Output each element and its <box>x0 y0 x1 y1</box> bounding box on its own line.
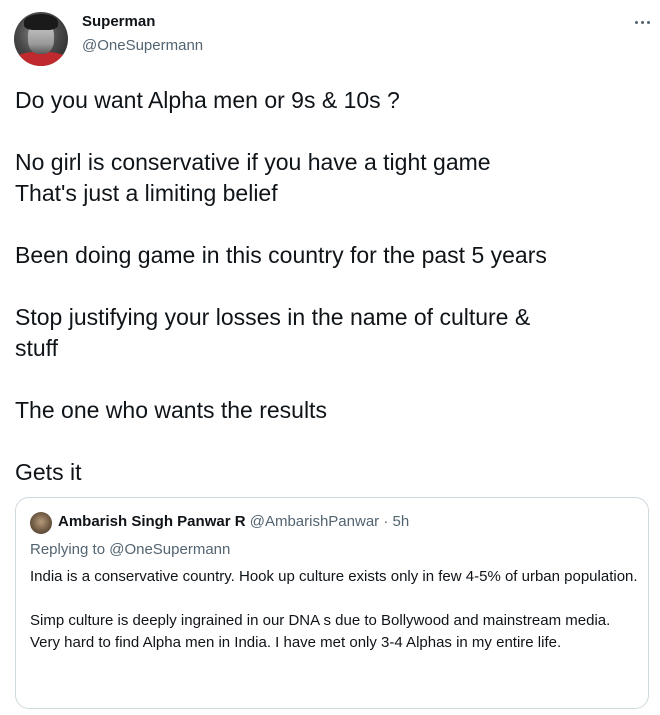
avatar-hair <box>24 14 58 30</box>
quoted-author-avatar <box>30 512 52 534</box>
tweet-paragraph: Been doing game in this country for the … <box>15 242 547 268</box>
author-avatar[interactable] <box>14 12 68 66</box>
more-horizontal-icon <box>634 20 638 24</box>
tweet-paragraph: No girl is conservative if you have a ti… <box>15 149 491 206</box>
quoted-author-name: Ambarish Singh Panwar R <box>58 513 246 530</box>
avatar-shoulders <box>14 52 68 66</box>
replying-to-mention: @OneSupermann <box>109 541 231 558</box>
header-separator: · <box>383 513 389 530</box>
quoted-tweet-card[interactable]: Ambarish Singh Panwar R @AmbarishPanwar … <box>15 497 649 709</box>
replying-to-line: Replying to @OneSupermann <box>30 541 230 558</box>
quoted-tweet-header: Ambarish Singh Panwar R @AmbarishPanwar … <box>58 513 409 530</box>
tweet-paragraph: Gets it <box>15 459 82 485</box>
author-name[interactable]: Superman <box>82 13 155 30</box>
tweet-paragraph: Stop justifying your losses in the name … <box>15 304 531 361</box>
author-handle[interactable]: @OneSupermann <box>82 37 203 54</box>
quoted-tweet-timestamp: 5h <box>392 513 410 530</box>
quoted-author-handle: @AmbarishPanwar <box>249 513 380 530</box>
tweet-text: Do you want Alpha men or 9s & 10s ? No g… <box>15 85 645 519</box>
tweet-paragraph: The one who wants the results <box>15 397 327 423</box>
replying-to-label: Replying to <box>30 541 106 558</box>
quoted-tweet-text: India is a conservative country. Hook up… <box>30 566 640 654</box>
quoted-tweet-paragraph: India is a conservative country. Hook up… <box>30 568 638 585</box>
quoted-tweet-paragraph: Simp culture is deeply ingrained in our … <box>30 612 611 651</box>
tweet: Superman @OneSupermann Do you want Alpha… <box>0 0 660 715</box>
tweet-paragraph: Do you want Alpha men or 9s & 10s ? <box>15 87 400 113</box>
more-horizontal-icon <box>640 20 644 24</box>
more-options-button[interactable] <box>628 10 656 34</box>
more-horizontal-icon <box>646 20 650 24</box>
